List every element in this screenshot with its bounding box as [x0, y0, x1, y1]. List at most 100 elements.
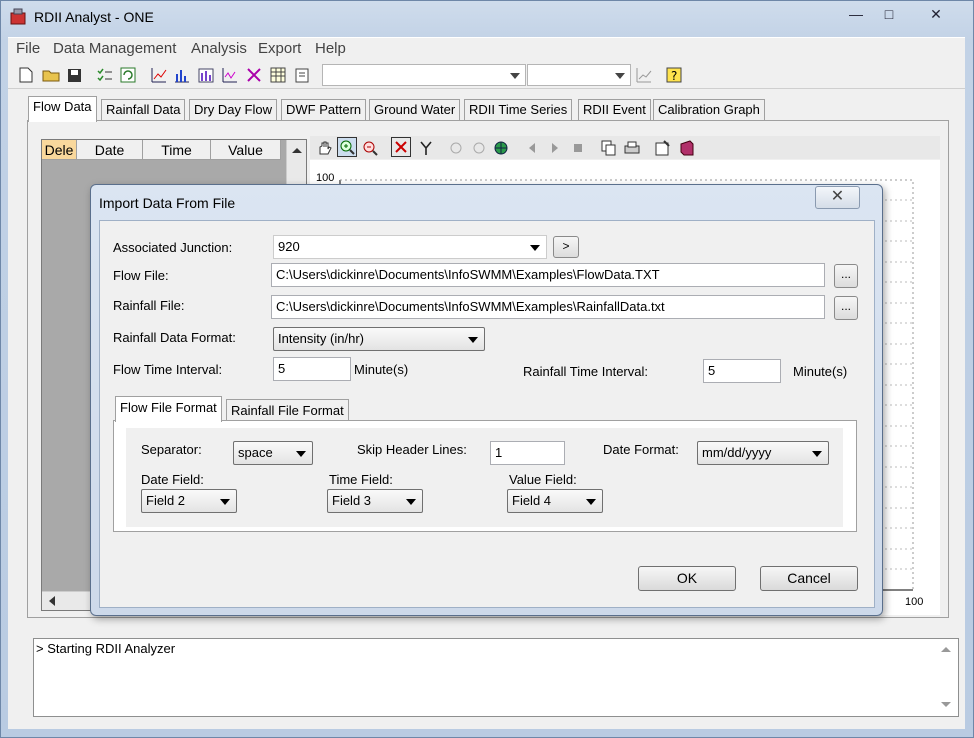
tab-rainfall-data[interactable]: Rainfall Data: [101, 99, 186, 121]
refresh-icon[interactable]: [118, 65, 138, 85]
menu-file[interactable]: File: [16, 40, 40, 57]
minimize-button[interactable]: —: [843, 4, 869, 24]
grid-header-date[interactable]: Date: [77, 140, 143, 160]
new-file-icon[interactable]: [16, 65, 36, 85]
zoom-out-icon[interactable]: [360, 138, 380, 158]
rainfall-format-select[interactable]: Intensity (in/hr): [273, 327, 485, 351]
associated-junction-label: Associated Junction:: [113, 240, 233, 255]
rain-interval-unit: Minute(s): [793, 364, 848, 379]
rainfall-format-value: Intensity (in/hr): [278, 331, 364, 346]
skip-header-label: Skip Header Lines:: [357, 442, 467, 457]
log-scrollbar[interactable]: [934, 640, 958, 716]
checklist-icon[interactable]: [95, 65, 115, 85]
associated-junction-select[interactable]: 920: [273, 235, 547, 259]
grid-header-time[interactable]: Time: [143, 140, 211, 160]
tab-ground-water[interactable]: Ground Water: [369, 99, 461, 121]
associated-junction-value: 920: [278, 239, 300, 254]
date-field-value: Field 2: [146, 493, 186, 508]
chevron-down-icon: [812, 451, 822, 457]
menu-data-management[interactable]: Data Management: [53, 40, 176, 57]
value-field-value: Field 4: [512, 493, 552, 508]
open-folder-icon[interactable]: [41, 65, 61, 85]
zoom-next-icon: [469, 138, 489, 158]
chevron-down-icon: [296, 451, 306, 457]
time-field-value: Field 3: [332, 493, 372, 508]
settings-icon[interactable]: [292, 65, 312, 85]
date-format-value: mm/dd/yyyy: [702, 445, 772, 460]
window-title: RDII Analyst - ONE: [34, 9, 154, 25]
close-button[interactable]: ✕: [918, 4, 954, 24]
separator-select[interactable]: space: [233, 441, 313, 465]
maximize-button[interactable]: □: [876, 4, 902, 24]
time-field-label: Time Field:: [329, 472, 393, 487]
junction-go-button[interactable]: >: [553, 236, 579, 258]
flow-interval-unit: Minute(s): [354, 362, 409, 377]
tab-rainfall-file-format[interactable]: Rainfall File Format: [226, 399, 349, 421]
pan-hand-icon[interactable]: [314, 138, 334, 158]
menu-help[interactable]: Help: [315, 40, 346, 57]
tab-dry-day-flow[interactable]: Dry Day Flow: [189, 99, 278, 121]
toolbar-combo-2[interactable]: [527, 64, 631, 86]
flow-file-input[interactable]: C:\Users\dickinre\Documents\InfoSWMM\Exa…: [271, 263, 825, 287]
tab-dwf-pattern[interactable]: DWF Pattern: [281, 99, 367, 121]
flow-interval-label: Flow Time Interval:: [113, 362, 223, 377]
tab-calibration-graph[interactable]: Calibration Graph: [653, 99, 765, 121]
date-field-label: Date Field:: [141, 472, 204, 487]
flow-file-browse-button[interactable]: ...: [834, 264, 858, 288]
chart-y-top-label: 100: [316, 172, 335, 184]
properties-icon[interactable]: [653, 138, 673, 158]
help-icon[interactable]: ?: [664, 65, 684, 85]
chevron-down-icon: [220, 499, 230, 505]
dialog-close-button[interactable]: ✕: [815, 186, 860, 209]
flow-interval-input[interactable]: 5: [273, 357, 351, 381]
rainfall-file-input[interactable]: C:\Users\dickinre\Documents\InfoSWMM\Exa…: [271, 295, 825, 319]
cancel-button[interactable]: Cancel: [760, 566, 858, 591]
grid-header-delete[interactable]: Dele: [42, 140, 77, 160]
toolbar-combo-1[interactable]: [322, 64, 526, 86]
separator-label: Separator:: [141, 442, 202, 457]
menu-analysis[interactable]: Analysis: [191, 40, 247, 57]
chart-compare-icon[interactable]: [244, 65, 264, 85]
date-format-label: Date Format:: [603, 442, 679, 457]
value-field-select[interactable]: Field 4: [507, 489, 603, 513]
skip-header-input[interactable]: 1: [490, 441, 565, 465]
value-field-label: Value Field:: [509, 472, 577, 487]
table-icon[interactable]: [268, 65, 288, 85]
rain-interval-input[interactable]: 5: [703, 359, 781, 383]
flow-file-label: Flow File:: [113, 268, 169, 283]
menu-export[interactable]: Export: [258, 40, 301, 57]
date-field-select[interactable]: Field 2: [141, 489, 237, 513]
rainfall-file-label: Rainfall File:: [113, 298, 185, 313]
tab-rdii-time-series[interactable]: RDII Time Series: [464, 99, 573, 121]
separator-value: space: [238, 445, 273, 460]
chevron-down-icon: [468, 337, 478, 343]
chart-series-icon[interactable]: [220, 65, 240, 85]
book-icon[interactable]: [677, 138, 697, 158]
grid-header-value[interactable]: Value: [211, 140, 281, 160]
zoom-prev-icon: [446, 138, 466, 158]
tab-flow-file-format[interactable]: Flow File Format: [115, 396, 222, 422]
date-format-select[interactable]: mm/dd/yyyy: [697, 441, 829, 465]
app-icon: [8, 7, 28, 27]
graph-disabled-icon: [634, 65, 654, 85]
tab-flow-data[interactable]: Flow Data: [28, 96, 97, 122]
cancel-x-icon[interactable]: [391, 137, 411, 157]
svg-text:?: ?: [671, 69, 677, 83]
copy-icon[interactable]: [599, 138, 619, 158]
rainfall-file-browse-button[interactable]: ...: [834, 296, 858, 320]
zoom-in-icon[interactable]: [337, 137, 357, 157]
dialog-title: Import Data From File: [99, 195, 236, 211]
chart-flow-icon[interactable]: [196, 65, 216, 85]
chart-bar-icon[interactable]: [172, 65, 192, 85]
tab-rdii-event[interactable]: RDII Event: [578, 99, 651, 121]
rainfall-format-label: Rainfall Data Format:: [113, 330, 236, 345]
globe-icon[interactable]: [491, 138, 511, 158]
time-field-select[interactable]: Field 3: [327, 489, 423, 513]
chevron-down-icon: [406, 499, 416, 505]
save-icon[interactable]: [64, 65, 84, 85]
chart-line-icon[interactable]: [149, 65, 169, 85]
y-axis-icon[interactable]: [416, 138, 436, 158]
ok-button[interactable]: OK: [638, 566, 736, 591]
print-icon[interactable]: [622, 138, 642, 158]
chevron-down-icon: [586, 499, 596, 505]
